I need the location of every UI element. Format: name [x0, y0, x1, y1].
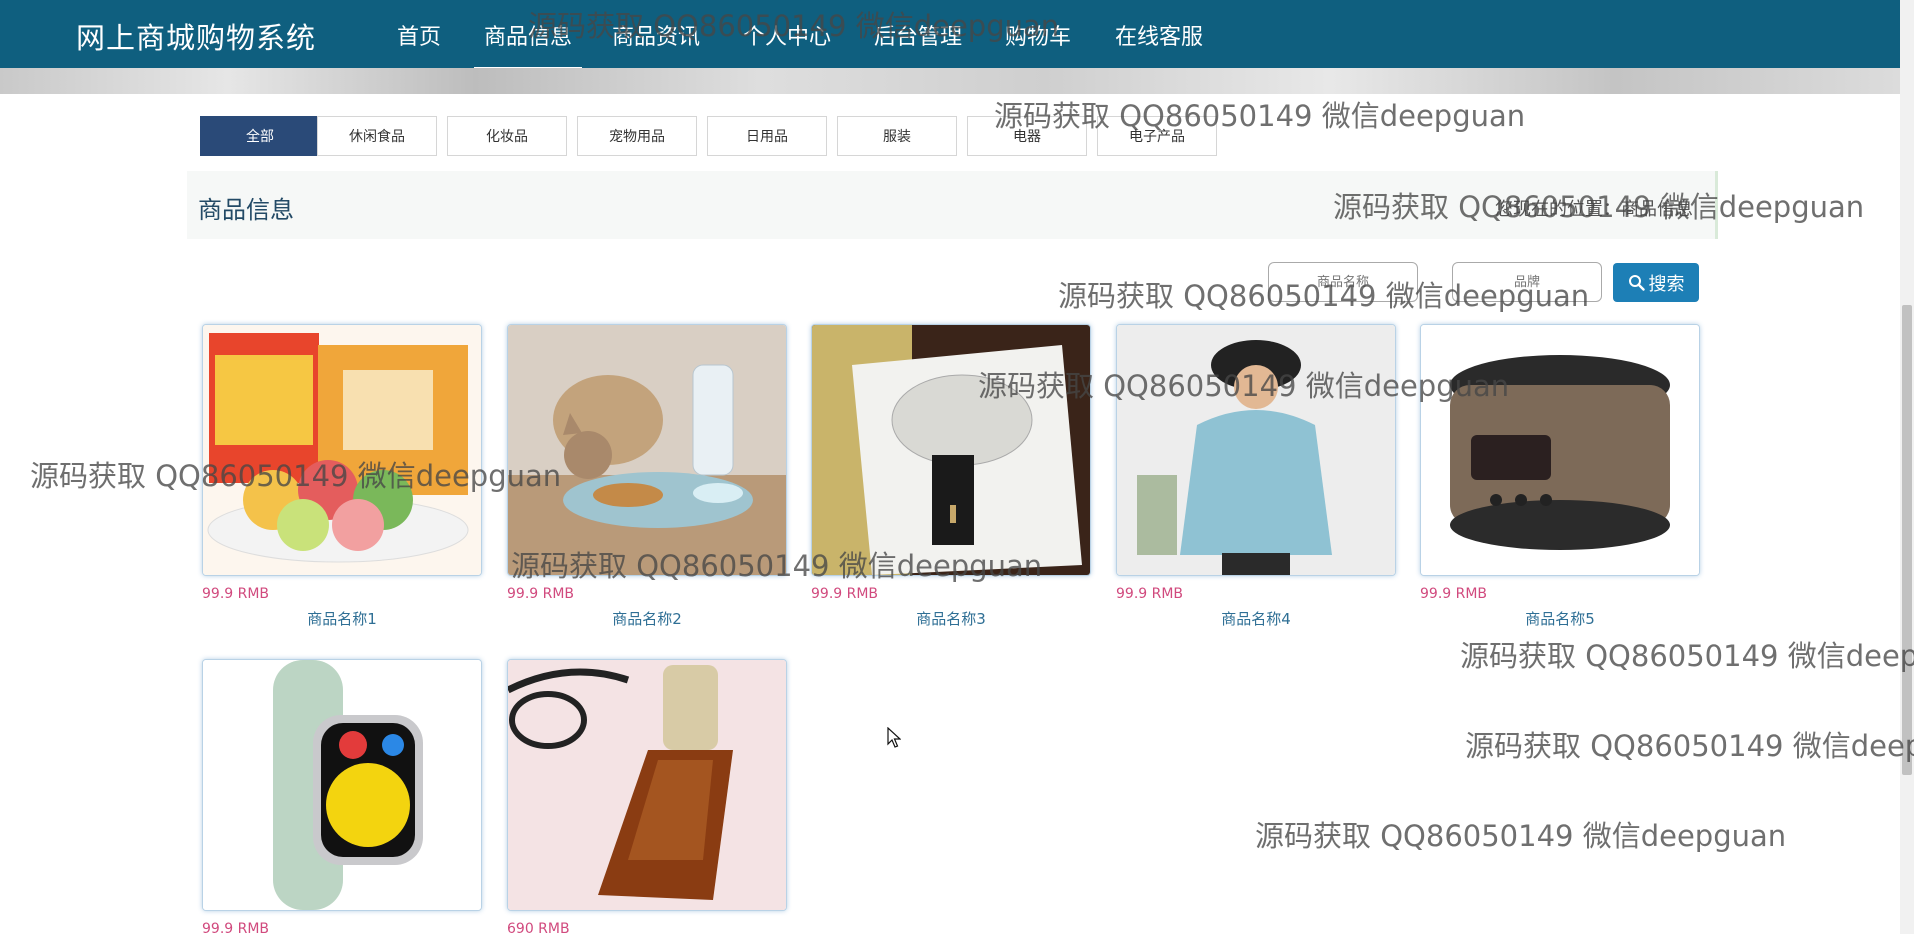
product-price: 690 RMB — [507, 921, 570, 937]
product-price: 99.9 RMB — [1420, 586, 1488, 602]
product-card[interactable]: 99.9 RMB — [202, 659, 482, 937]
nav-admin[interactable]: 后台管理 — [874, 19, 962, 51]
product-name[interactable]: 商品名称1 — [202, 608, 482, 629]
category-pet-supplies[interactable]: 宠物用品 — [577, 116, 697, 156]
brand-search-input[interactable] — [1452, 262, 1602, 302]
nav-news[interactable]: 商品资讯 — [612, 19, 700, 51]
banner-image-strip — [0, 68, 1900, 94]
product-price: 99.9 RMB — [811, 586, 879, 602]
product-image-hoodie[interactable] — [1116, 324, 1396, 576]
product-card[interactable]: 690 RMB — [507, 659, 787, 937]
category-cosmetics[interactable]: 化妆品 — [447, 116, 567, 156]
nav-products[interactable]: 商品信息 — [473, 19, 583, 70]
product-image-beauty-device[interactable] — [811, 324, 1091, 576]
nav-cart[interactable]: 购物车 — [1005, 19, 1071, 51]
nav-customer-service[interactable]: 在线客服 — [1115, 19, 1203, 51]
search-button[interactable]: 搜索 — [1613, 263, 1699, 302]
category-all[interactable]: 全部 — [200, 116, 320, 156]
nav-personal-center[interactable]: 个人中心 — [743, 19, 831, 51]
category-appliances[interactable]: 电器 — [967, 116, 1087, 156]
breadcrumb: 您现在的位置：商品信息 — [1495, 199, 1693, 220]
scrollbar-thumb[interactable] — [1902, 305, 1912, 775]
product-card[interactable]: 99.9 RMB 商品名称4 — [1116, 324, 1396, 629]
search-icon — [1628, 275, 1645, 291]
product-image-mooncake[interactable] — [202, 324, 482, 576]
site-brand[interactable]: 网上商城购物系统 — [76, 15, 316, 57]
product-name[interactable]: 商品名称3 — [811, 608, 1091, 629]
category-daily-goods[interactable]: 日用品 — [707, 116, 827, 156]
product-price: 99.9 RMB — [1116, 586, 1184, 602]
category-clothing[interactable]: 服装 — [837, 116, 957, 156]
category-electronics[interactable]: 电子产品 — [1097, 116, 1217, 156]
section-header: 商品信息 您现在的位置：商品信息 — [187, 171, 1718, 239]
mouse-pointer-icon — [887, 727, 901, 748]
product-price: 99.9 RMB — [202, 921, 270, 937]
product-price: 99.9 RMB — [202, 586, 270, 602]
product-image-serum[interactable] — [507, 659, 787, 911]
product-name[interactable]: 商品名称2 — [507, 608, 787, 629]
product-name-search-input[interactable] — [1268, 262, 1418, 302]
product-card[interactable]: 99.9 RMB 商品名称2 — [507, 324, 787, 629]
page-title: 商品信息 — [198, 196, 294, 224]
product-image-smart-watch[interactable] — [202, 659, 482, 911]
top-nav-bar: 网上商城购物系统 首页 商品信息 商品资讯 个人中心 后台管理 购物车 在线客服 — [0, 0, 1914, 70]
product-name[interactable]: 商品名称4 — [1116, 608, 1396, 629]
product-name[interactable]: 商品名称5 — [1420, 608, 1700, 629]
product-card[interactable]: 99.9 RMB 商品名称1 — [202, 324, 482, 629]
search-button-label: 搜索 — [1648, 273, 1685, 295]
page-scrollbar[interactable] — [1900, 0, 1914, 934]
product-image-rice-cooker[interactable] — [1420, 324, 1700, 576]
product-image-cat-feeder[interactable] — [507, 324, 787, 576]
product-price: 99.9 RMB — [507, 586, 575, 602]
category-snacks[interactable]: 休闲食品 — [317, 116, 437, 156]
watermark-text: 源码获取 QQ86050149 微信deepguan — [1255, 819, 1787, 853]
nav-home[interactable]: 首页 — [397, 19, 441, 51]
watermark-text: 源码获取 QQ86050149 微信deepguan — [1465, 729, 1914, 763]
product-card[interactable]: 99.9 RMB 商品名称5 — [1420, 324, 1700, 629]
product-card[interactable]: 99.9 RMB 商品名称3 — [811, 324, 1091, 629]
watermark-text: 源码获取 QQ86050149 微信deepguan — [1460, 639, 1914, 673]
